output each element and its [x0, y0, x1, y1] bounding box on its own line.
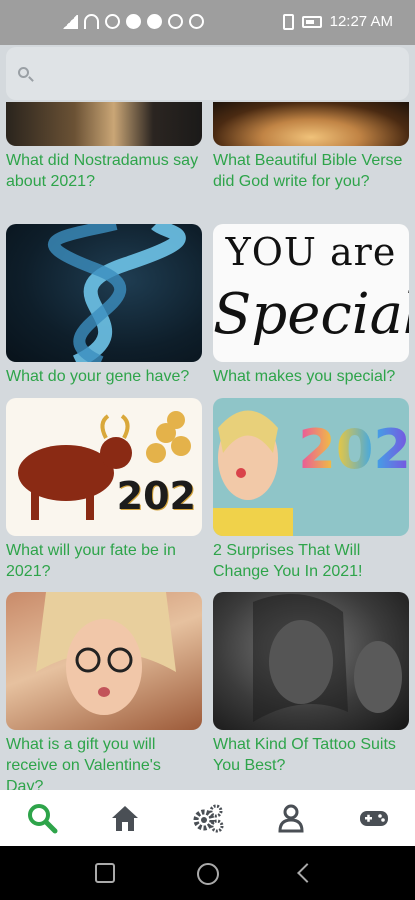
quiz-thumbnail[interactable] [213, 102, 409, 146]
quiz-card[interactable]: 202 2 Surprises That Will Change You In … [213, 398, 409, 582]
signal-icon [62, 14, 78, 29]
nav-home[interactable] [104, 797, 146, 839]
wifi-icon [84, 14, 99, 29]
quiz-grid: What did Nostradamus say about 2021? Wha… [0, 102, 415, 790]
app-notification-icon [189, 14, 204, 29]
quiz-thumbnail[interactable] [6, 224, 202, 362]
quiz-card[interactable]: What is a gift you will receive on Valen… [6, 592, 202, 790]
home-circle-icon[interactable] [197, 863, 219, 885]
quiz-card[interactable]: 202 What will your fate be in 2021? [6, 398, 202, 582]
nav-profile[interactable] [270, 797, 312, 839]
recent-apps-icon[interactable] [95, 863, 115, 883]
image-icon [168, 14, 183, 29]
nav-settings[interactable] [187, 797, 229, 839]
quiz-card[interactable]: What did Nostradamus say about 2021? [6, 102, 202, 192]
vibrate-icon [282, 13, 294, 30]
status-bar: 12:27 AM [0, 0, 415, 45]
special-image-line1: YOU are [225, 230, 397, 274]
quiz-card[interactable]: What do your gene have? [6, 224, 202, 387]
settings-gears-icon [193, 804, 223, 833]
back-icon[interactable] [297, 863, 317, 883]
status-right: 12:27 AM [282, 13, 393, 30]
facebook-icon [126, 14, 141, 29]
nav-search[interactable] [21, 797, 63, 839]
quiz-title[interactable]: 2 Surprises That Will Change You In 2021… [213, 536, 409, 582]
quiz-title[interactable]: What is a gift you will receive on Valen… [6, 730, 202, 790]
quiz-title[interactable]: What did Nostradamus say about 2021? [6, 146, 202, 192]
search-icon [27, 804, 57, 834]
quiz-card[interactable]: What Kind Of Tattoo Suits You Best? [213, 592, 409, 776]
quiz-card[interactable]: What Beautiful Bible Verse did God write… [213, 102, 409, 192]
profile-icon [277, 804, 304, 833]
quiz-thumbnail[interactable] [213, 592, 409, 730]
year-text: 202 [116, 474, 196, 518]
quiz-thumbnail[interactable]: YOU are Special [213, 224, 409, 362]
search-bar[interactable] [6, 47, 409, 100]
special-image-line2: Special [213, 282, 409, 347]
quiz-title[interactable]: What Beautiful Bible Verse did God write… [213, 146, 409, 192]
dark-portrait-image [253, 594, 402, 722]
system-nav-bar [0, 846, 415, 900]
bottom-nav [0, 790, 415, 846]
battery-icon [301, 15, 322, 28]
dna-helix-image [48, 224, 186, 362]
search-input[interactable] [40, 59, 400, 89]
search-icon [18, 67, 29, 78]
facebook-icon [147, 14, 162, 29]
year-text: 202 [298, 418, 409, 481]
quiz-title[interactable]: What will your fate be in 2021? [6, 536, 202, 582]
quiz-thumbnail[interactable] [6, 102, 202, 146]
quiz-title[interactable]: What do your gene have? [6, 362, 202, 387]
messenger-icon [105, 14, 120, 29]
quiz-title[interactable]: What Kind Of Tattoo Suits You Best? [213, 730, 409, 776]
quiz-thumbnail[interactable]: 202 [6, 398, 202, 536]
status-time: 12:27 AM [329, 13, 393, 30]
gamepad-icon [359, 811, 388, 826]
quiz-title[interactable]: What makes you special? [213, 362, 409, 387]
woman-glasses-image [36, 592, 176, 715]
quiz-thumbnail[interactable] [6, 592, 202, 730]
home-icon [111, 806, 138, 831]
quiz-card[interactable]: YOU are Special What makes you special? [213, 224, 409, 387]
nav-games[interactable] [353, 797, 395, 839]
quiz-thumbnail[interactable]: 202 [213, 398, 409, 536]
notification-icons [62, 14, 204, 29]
